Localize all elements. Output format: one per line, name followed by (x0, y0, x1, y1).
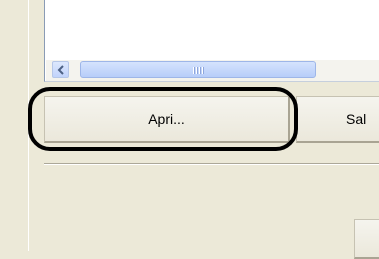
open-button[interactable]: Apri... (44, 96, 290, 143)
window-edge (28, 0, 29, 251)
save-button[interactable]: Sal (296, 96, 379, 143)
save-button-label: Sal (346, 111, 367, 127)
chevron-left-icon (57, 64, 64, 75)
bottom-button[interactable] (354, 219, 379, 259)
grip-icon (193, 67, 204, 74)
horizontal-scrollbar[interactable] (46, 60, 379, 81)
scroll-left-button[interactable] (52, 61, 69, 78)
open-button-label: Apri... (148, 111, 185, 127)
separator-highlight (44, 164, 379, 165)
scroll-thumb[interactable] (80, 61, 316, 78)
